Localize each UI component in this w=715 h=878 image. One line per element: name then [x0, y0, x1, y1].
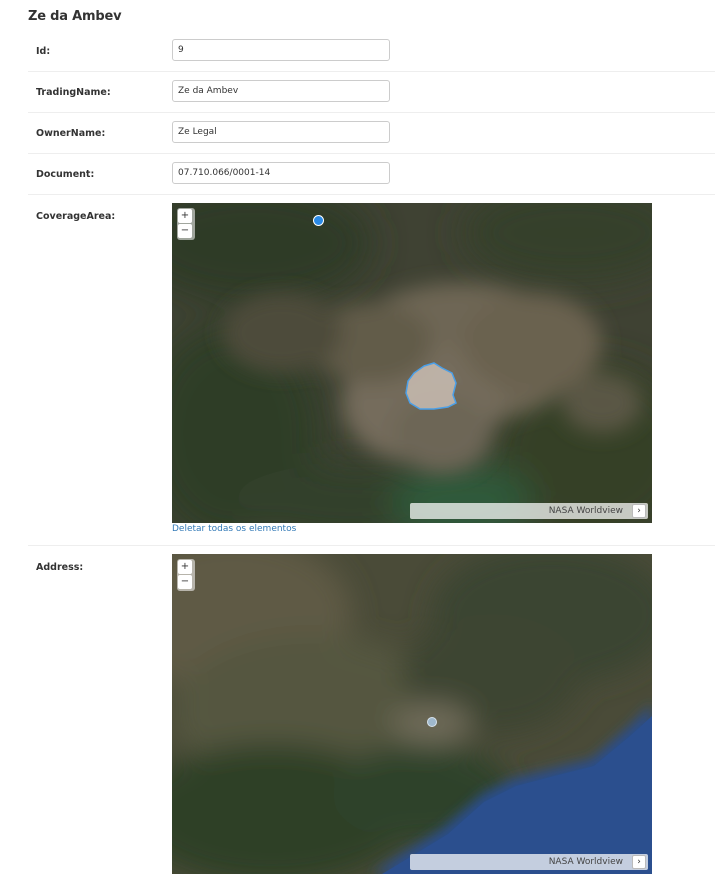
coverage-attribution: NASA Worldview ›: [410, 503, 648, 519]
address-attribution-toggle-icon[interactable]: ›: [632, 855, 646, 869]
id-field[interactable]: 9: [172, 39, 390, 61]
location-marker-icon[interactable]: [313, 215, 324, 226]
document-label: Document:: [36, 169, 95, 180]
coverage-area-label: CoverageArea:: [36, 211, 116, 222]
address-zoom-out-button[interactable]: −: [178, 575, 192, 589]
address-zoom-control: + −: [177, 559, 195, 591]
coverage-area-map[interactable]: + − NASA Worldview ›: [172, 203, 652, 523]
trading-name-label: TradingName:: [36, 87, 111, 98]
address-attribution: NASA Worldview ›: [410, 854, 648, 870]
delete-all-elements-link[interactable]: Deletar todas os elementos: [172, 524, 296, 534]
id-row: Id: 9: [28, 31, 715, 72]
owner-name-label: OwnerName:: [36, 128, 106, 139]
id-label: Id:: [36, 46, 51, 57]
coverage-zoom-in-button[interactable]: +: [178, 209, 192, 223]
coverage-attribution-toggle-icon[interactable]: ›: [632, 504, 646, 518]
address-label: Address:: [36, 562, 84, 573]
address-location-marker: [427, 717, 437, 727]
address-zoom-in-button[interactable]: +: [178, 560, 192, 574]
address-map[interactable]: + − NASA Worldview ›: [172, 554, 652, 874]
satellite-imagery: [172, 554, 652, 874]
owner-name-field[interactable]: Ze Legal: [172, 121, 390, 143]
document-field[interactable]: 07.710.066/0001-14: [172, 162, 390, 184]
trading-name-field[interactable]: Ze da Ambev: [172, 80, 390, 102]
trading-name-row: TradingName: Ze da Ambev: [28, 72, 715, 113]
coverage-zoom-out-button[interactable]: −: [178, 224, 192, 238]
owner-name-row: OwnerName: Ze Legal: [28, 113, 715, 154]
address-attribution-text: NASA Worldview: [548, 857, 623, 867]
coverage-attribution-text: NASA Worldview: [548, 506, 623, 516]
document-row: Document: 07.710.066/0001-14: [28, 154, 715, 195]
satellite-imagery: [172, 203, 652, 523]
page-title: Ze da Ambev: [28, 9, 122, 24]
coverage-zoom-control: + −: [177, 208, 195, 240]
